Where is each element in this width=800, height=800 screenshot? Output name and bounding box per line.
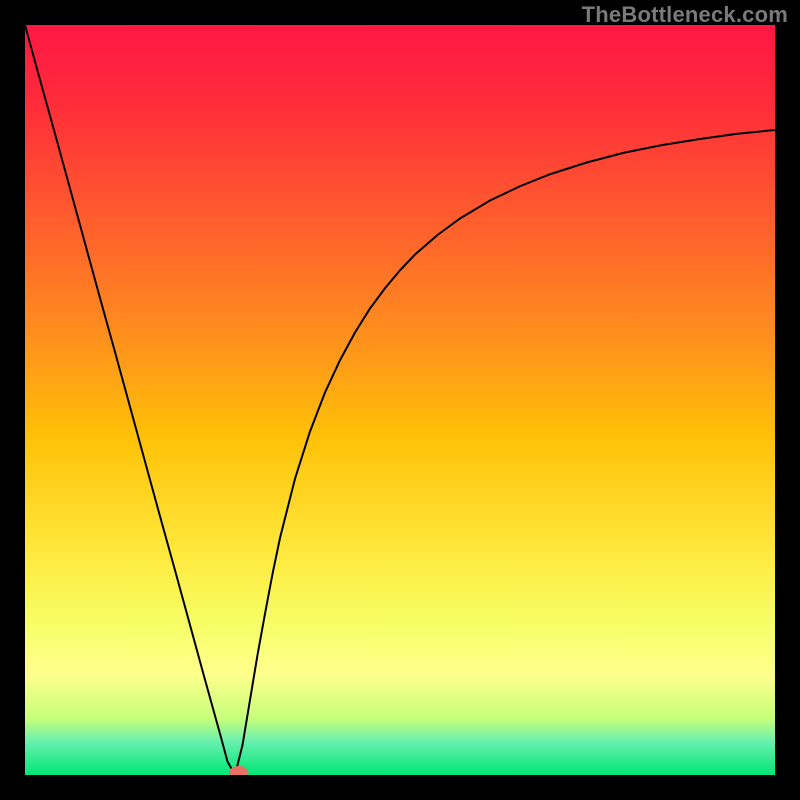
gradient-bg [25, 25, 775, 775]
chart-frame: TheBottleneck.com [0, 0, 800, 800]
chart-svg [25, 25, 775, 775]
plot-area [25, 25, 775, 775]
